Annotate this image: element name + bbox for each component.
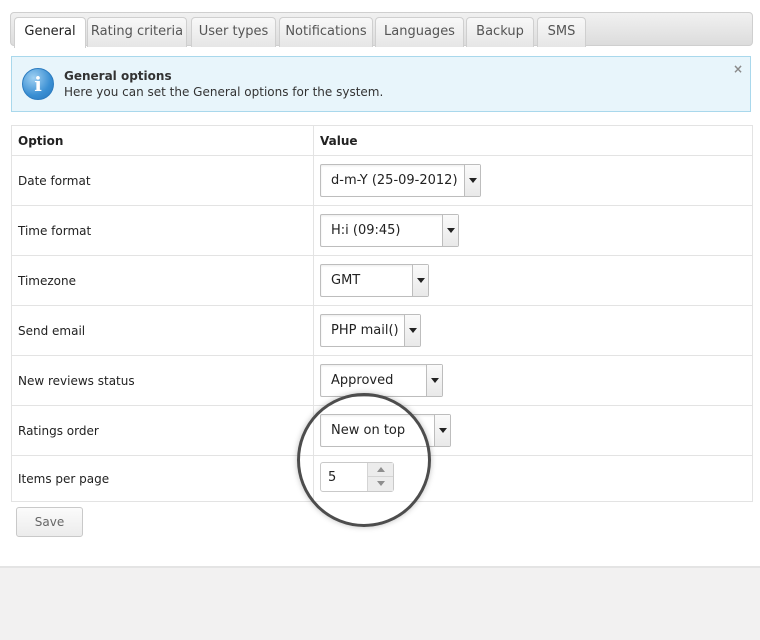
row-value-cell: New on top xyxy=(313,405,753,456)
notice-title: General options xyxy=(64,69,172,83)
row-label: Time format xyxy=(11,205,314,256)
tab-backup[interactable]: Backup xyxy=(466,17,534,47)
time-format-select[interactable]: H:i (09:45) xyxy=(320,214,459,247)
table-row: Timezone GMT xyxy=(11,255,753,306)
tab-bar: General Rating criteria User types Notif… xyxy=(10,12,753,48)
items-per-page-spinner xyxy=(320,462,394,492)
table-row: Items per page xyxy=(11,455,753,502)
row-value-cell: GMT xyxy=(313,255,753,306)
dropdown-arrow-icon[interactable] xyxy=(412,265,428,296)
tab-user-types[interactable]: User types xyxy=(191,17,276,47)
ratings-order-select[interactable]: New on top xyxy=(320,414,451,447)
date-format-select[interactable]: d-m-Y (25-09-2012) xyxy=(320,164,481,197)
close-icon[interactable]: × xyxy=(733,62,743,76)
tab-languages[interactable]: Languages xyxy=(375,17,464,47)
select-value: New on top xyxy=(331,423,406,438)
save-button[interactable]: Save xyxy=(16,507,83,537)
table-row: Send email PHP mail() xyxy=(11,305,753,356)
row-label: Timezone xyxy=(11,255,314,306)
table-row: Time format H:i (09:45) xyxy=(11,205,753,256)
tab-rating-criteria[interactable]: Rating criteria xyxy=(87,17,187,47)
info-icon: i xyxy=(22,68,54,100)
send-email-select[interactable]: PHP mail() xyxy=(320,314,421,347)
options-table: Option Value Date format d-m-Y (25-09-20… xyxy=(11,125,753,502)
table-row: Ratings order New on top xyxy=(11,405,753,456)
dropdown-arrow-icon[interactable] xyxy=(464,165,480,196)
tab-notifications[interactable]: Notifications xyxy=(279,17,373,47)
dropdown-arrow-icon[interactable] xyxy=(434,415,450,446)
row-label: New reviews status xyxy=(11,355,314,406)
dropdown-arrow-icon[interactable] xyxy=(426,365,442,396)
row-label: Send email xyxy=(11,305,314,356)
table-row: New reviews status Approved xyxy=(11,355,753,406)
new-reviews-status-select[interactable]: Approved xyxy=(320,364,443,397)
settings-panel: General Rating criteria User types Notif… xyxy=(0,0,760,568)
select-value: Approved xyxy=(331,373,394,388)
spinner-down-icon[interactable] xyxy=(368,477,393,491)
info-notice: i General options Here you can set the G… xyxy=(11,56,751,112)
table-header-row: Option Value xyxy=(11,125,753,156)
dropdown-arrow-icon[interactable] xyxy=(442,215,458,246)
header-value: Value xyxy=(313,125,753,156)
row-label: Items per page xyxy=(11,455,314,502)
spinner-up-icon[interactable] xyxy=(368,463,393,477)
row-label: Date format xyxy=(11,155,314,206)
row-label: Ratings order xyxy=(11,405,314,456)
header-option: Option xyxy=(11,125,314,156)
timezone-select[interactable]: GMT xyxy=(320,264,429,297)
select-value: GMT xyxy=(331,273,361,288)
row-value-cell: H:i (09:45) xyxy=(313,205,753,256)
table-row: Date format d-m-Y (25-09-2012) xyxy=(11,155,753,206)
row-value-cell: PHP mail() xyxy=(313,305,753,356)
row-value-cell: Approved xyxy=(313,355,753,406)
items-per-page-input[interactable] xyxy=(322,464,366,490)
notice-text: Here you can set the General options for… xyxy=(64,85,384,99)
dropdown-arrow-icon[interactable] xyxy=(404,315,420,346)
select-value: PHP mail() xyxy=(331,323,399,338)
select-value: H:i (09:45) xyxy=(331,223,401,238)
row-value-cell xyxy=(313,455,753,502)
tab-general[interactable]: General xyxy=(14,17,86,48)
select-value: d-m-Y (25-09-2012) xyxy=(331,173,458,188)
spinner-buttons xyxy=(367,463,393,491)
row-value-cell: d-m-Y (25-09-2012) xyxy=(313,155,753,206)
tab-sms[interactable]: SMS xyxy=(537,17,586,47)
